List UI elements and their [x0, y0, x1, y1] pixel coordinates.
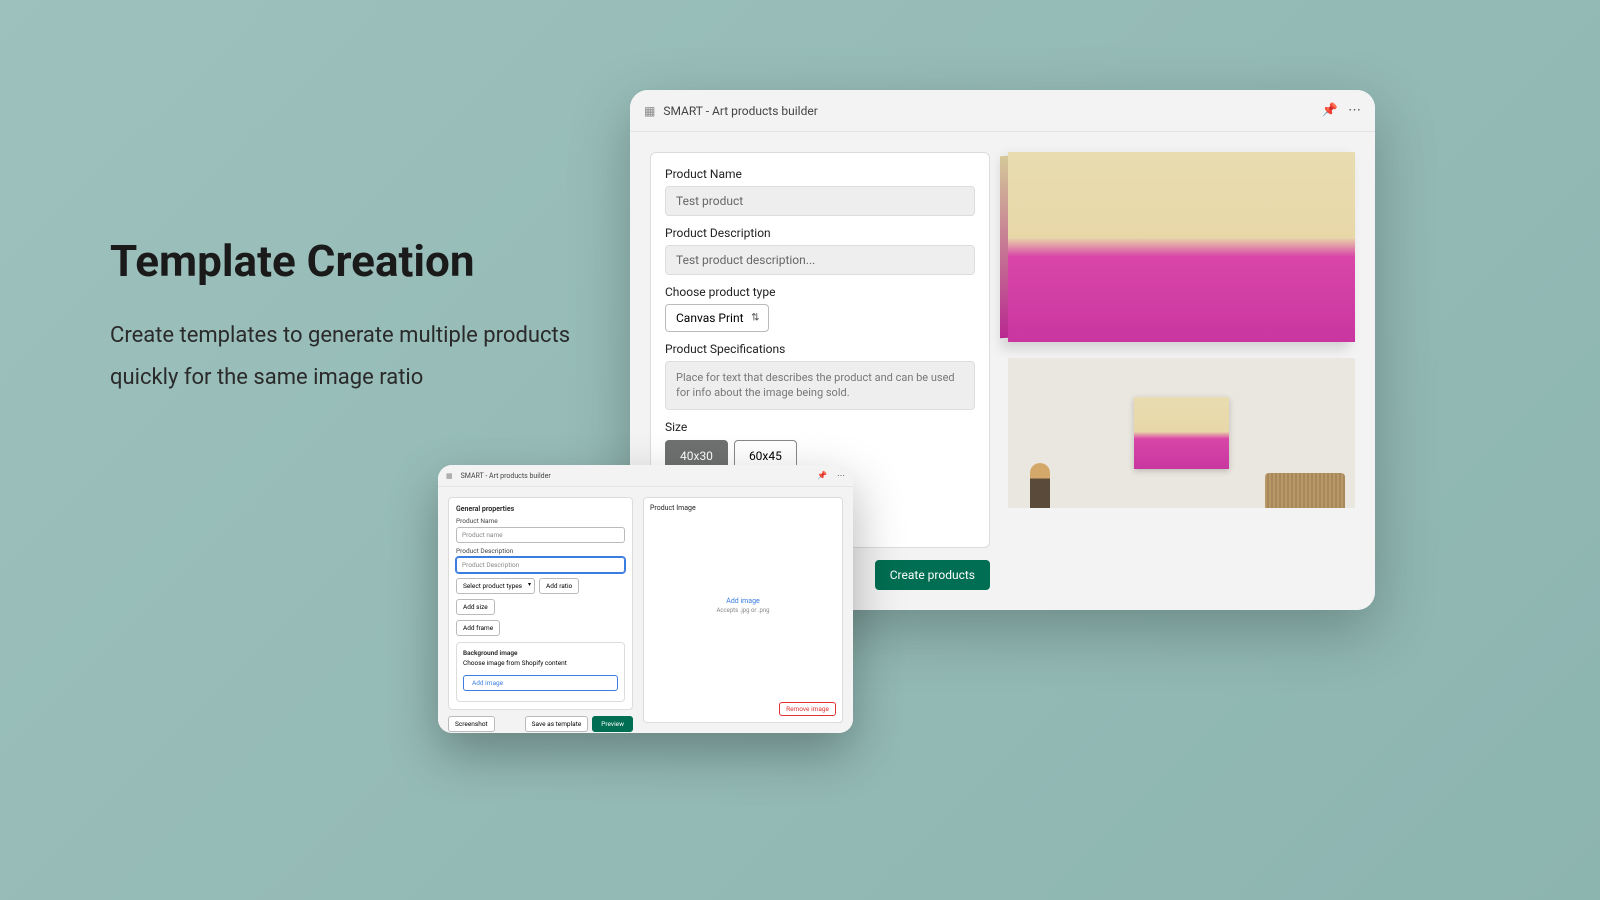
folder-icon: ▦	[644, 104, 655, 118]
more-icon[interactable]: ⋯	[1348, 103, 1361, 118]
label-product-name: Product Name	[665, 167, 975, 181]
add-image-link[interactable]: Add image	[726, 597, 760, 605]
bg-image-header: Background image	[463, 649, 618, 657]
label-product-name-sm: Product Name	[456, 517, 625, 525]
background-image-section: Background image Choose image from Shopi…	[456, 642, 625, 702]
input-product-name[interactable]: Test product	[665, 186, 975, 216]
screenshot-button[interactable]: Screenshot	[448, 716, 495, 732]
titlebar: ▦ SMART - Art products builder 📌 ⋯	[630, 90, 1375, 132]
label-specifications: Product Specifications	[665, 342, 975, 356]
bg-image-sub: Choose image from Shopify content	[463, 659, 618, 667]
chair-decoration	[1265, 473, 1345, 508]
label-product-description: Product Description	[665, 226, 975, 240]
label-product-description-sm: Product Description	[456, 547, 625, 555]
label-choose-type: Choose product type	[665, 285, 975, 299]
preview-button[interactable]: Preview	[592, 716, 633, 732]
wall-art	[1134, 397, 1229, 469]
hero-title: Template Creation	[110, 235, 630, 287]
hero-text: Template Creation Create templates to ge…	[110, 235, 630, 399]
accepts-text: Accepts .jpg or .png	[716, 607, 769, 614]
input-product-description-sm[interactable]: Product Description	[456, 557, 625, 573]
input-product-description[interactable]: Test product description...	[665, 245, 975, 275]
save-as-template-button[interactable]: Save as template	[525, 716, 589, 732]
add-ratio-button[interactable]: Add ratio	[539, 578, 579, 594]
room-preview-image	[1008, 358, 1355, 508]
create-products-button[interactable]: Create products	[875, 560, 990, 590]
folder-icon: ▦	[446, 472, 453, 480]
lamp-decoration	[1030, 463, 1050, 508]
titlebar-small: ▦ SMART - Art products builder 📌 ⋯	[438, 465, 853, 487]
select-product-types[interactable]: Select product types	[456, 578, 535, 594]
canvas-preview-image	[1008, 152, 1355, 342]
add-bg-image-button[interactable]: Add image	[463, 675, 618, 691]
pin-icon[interactable]: 📌	[817, 471, 827, 480]
preview-column	[1008, 152, 1355, 590]
template-builder-window: ▦ SMART - Art products builder 📌 ⋯ Gener…	[438, 465, 853, 733]
app-title-small: SMART - Art products builder	[461, 472, 551, 480]
input-product-name-sm[interactable]: Product name	[456, 527, 625, 543]
label-size: Size	[665, 420, 975, 434]
remove-image-button[interactable]: Remove image	[779, 702, 836, 716]
add-size-button[interactable]: Add size	[456, 599, 495, 615]
add-frame-button[interactable]: Add frame	[456, 620, 500, 636]
pin-icon[interactable]: 📌	[1322, 103, 1338, 118]
app-title: SMART - Art products builder	[663, 104, 817, 118]
product-image-header: Product Image	[650, 504, 836, 512]
general-properties-header: General properties	[456, 505, 625, 513]
general-properties-panel: General properties Product Name Product …	[448, 497, 633, 710]
hero-subtitle: Create templates to generate multiple pr…	[110, 315, 630, 399]
more-icon[interactable]: ⋯	[837, 471, 845, 480]
select-product-type[interactable]: Canvas Print	[665, 304, 769, 332]
product-image-panel: Product Image Add image Accepts .jpg or …	[643, 497, 843, 723]
input-specifications[interactable]: Place for text that describes the produc…	[665, 361, 975, 410]
